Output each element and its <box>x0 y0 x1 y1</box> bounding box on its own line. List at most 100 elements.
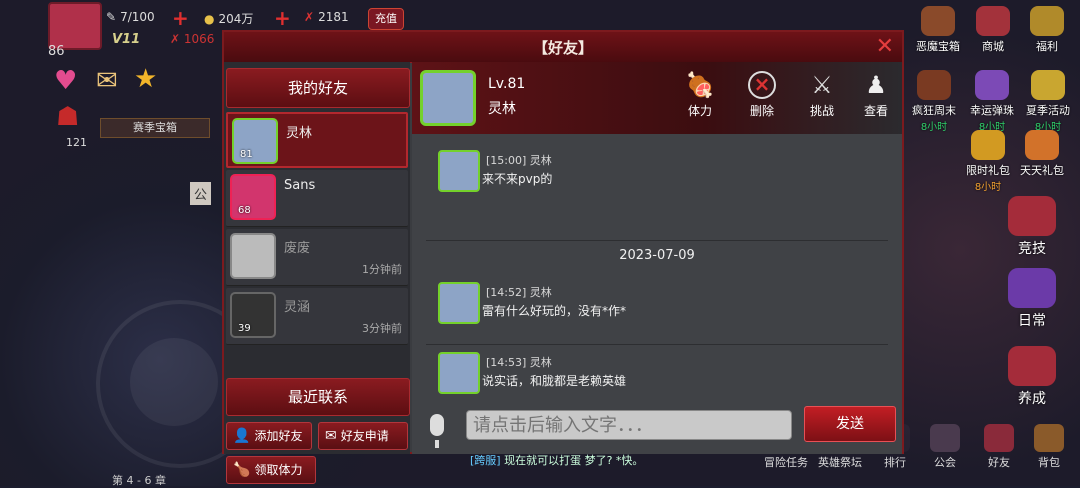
menu-demon-chest[interactable]: 恶魔宝箱 <box>916 6 960 54</box>
season-box-label[interactable]: 赛季宝箱 <box>100 118 210 138</box>
power-text: 1066 <box>183 32 215 46</box>
message-avatar[interactable] <box>438 282 480 324</box>
person-icon: ♟ <box>865 71 887 99</box>
friend-request-button[interactable]: ✉ 好友申请 <box>318 422 408 450</box>
menu-daily[interactable]: 日常 <box>1008 268 1056 330</box>
action-label: 查看 <box>863 104 888 118</box>
power-value: ✗ 1066 <box>170 32 214 46</box>
add-gold-button[interactable]: + <box>274 6 291 30</box>
world-chat-preview[interactable]: [跨服] 现在就可以打蛋 梦了? *快。 <box>470 454 720 468</box>
give-stamina-button[interactable]: 🍖 体力 <box>676 68 724 119</box>
friend-item-sans[interactable]: 68 Sans <box>226 170 408 227</box>
summer-event-icon <box>1031 70 1065 100</box>
heart-icon[interactable]: ♥ <box>54 66 77 96</box>
chat-message: [15:00] 灵林 来不来pvp的 <box>438 150 878 206</box>
arena-icon <box>1008 196 1056 236</box>
microphone-icon[interactable] <box>430 414 444 448</box>
limited-pack-icon <box>971 130 1005 160</box>
tab-my-friends[interactable]: 我的好友 <box>226 68 410 108</box>
claim-stamina-button[interactable]: 🍗 领取体力 <box>226 456 316 484</box>
friend-profile-bar: Lv.81 灵林 🍖 体力 删除 ⚔ 挑战 ♟ 查看 <box>412 62 902 134</box>
menu-label: 竞技 <box>1018 241 1046 257</box>
add-stamina-button[interactable]: + <box>172 6 189 30</box>
view-profile-button[interactable]: ♟ 查看 <box>852 68 900 119</box>
divider <box>426 240 888 241</box>
friend-level: 39 <box>238 323 251 334</box>
action-label: 挑战 <box>809 104 834 118</box>
profile-level: Lv.81 <box>488 76 526 92</box>
friend-avatar: 68 <box>230 174 276 220</box>
crossed-swords-icon: ⚔ <box>811 71 833 99</box>
menu-lucky-ball[interactable]: 幸运弹珠 8小时 <box>970 70 1014 133</box>
menu-label: 日常 <box>1018 313 1046 329</box>
menu-label: 疯狂周末 <box>912 104 956 117</box>
add-friend-button[interactable]: 👤 添加好友 <box>226 422 312 450</box>
nav-friends[interactable]: 好友 <box>984 424 1014 470</box>
delete-friend-button[interactable]: 删除 <box>738 68 786 119</box>
friend-name: Sans <box>284 178 316 193</box>
menu-limited-pack[interactable]: 限时礼包 8小时 <box>966 130 1010 193</box>
dialog-title: 【好友】 <box>532 39 593 57</box>
menu-welfare[interactable]: 福利 <box>1030 6 1064 54</box>
gem-icon: ✗ <box>304 10 315 24</box>
menu-shop[interactable]: 商城 <box>976 6 1010 54</box>
add-user-icon: 👤 <box>233 428 251 444</box>
message-sender: 灵林 <box>529 356 552 369</box>
friend-item-linglin[interactable]: 81 灵林 <box>226 112 408 168</box>
chat-preview-text: 现在就可以打蛋 梦了? *快。 <box>504 454 644 467</box>
joystick-knob[interactable] <box>130 338 218 426</box>
message-header: [14:53] 灵林 <box>486 354 552 370</box>
gift-icon <box>1030 6 1064 36</box>
chat-history[interactable]: [15:00] 灵林 来不来pvp的 2023-07-09 [14:52] 灵林… <box>412 136 902 396</box>
star-icon[interactable]: ★ <box>134 64 157 94</box>
growth-icon <box>1008 346 1056 386</box>
message-avatar[interactable] <box>438 150 480 192</box>
nav-label: 冒险任务 <box>764 456 808 469</box>
menu-arena[interactable]: 竞技 <box>1008 196 1056 258</box>
menu-daily-pack[interactable]: 天天礼包 <box>1020 130 1064 178</box>
nav-label: 背包 <box>1038 456 1060 469</box>
tab-recent-contacts[interactable]: 最近联系 <box>226 378 410 416</box>
friend-name: 灵林 <box>286 126 313 141</box>
friend-last-online: 3分钟前 <box>362 322 402 335</box>
friend-item-linghan[interactable]: 39 灵涵 3分钟前 <box>226 288 408 345</box>
claim-stamina-label: 领取体力 <box>254 463 303 477</box>
friend-list[interactable]: 81 灵林 68 Sans 废废 1分钟前 39 灵涵 3分钟前 <box>224 110 410 366</box>
divider <box>426 344 888 345</box>
nav-guild[interactable]: 公会 <box>930 424 960 470</box>
gold-stat: ● 204万 <box>204 10 253 27</box>
chat-message: [14:52] 灵林 雷有什么好玩的，没有*作* <box>438 282 878 338</box>
menu-label: 养成 <box>1018 391 1046 407</box>
friend-item-feifei[interactable]: 废废 1分钟前 <box>226 229 408 286</box>
send-button[interactable]: 发送 <box>804 406 896 442</box>
nav-label: 好友 <box>988 456 1010 469</box>
season-count: 121 <box>66 136 87 149</box>
close-icon[interactable]: ✕ <box>876 34 894 59</box>
friends-dialog: 【好友】 ✕ 我的好友 81 灵林 68 Sans 废废 1分钟前 39 灵涵 … <box>222 30 904 484</box>
menu-crazy-weekend[interactable]: 疯狂周末 8小时 <box>912 70 956 133</box>
nav-label: 公会 <box>934 456 956 469</box>
chat-message: [14:53] 灵林 说实话，和胧都是老赖英雄 <box>438 352 878 396</box>
dialog-header: 【好友】 ✕ <box>224 32 902 63</box>
friend-avatar: 81 <box>232 118 278 164</box>
menu-summer-event[interactable]: 夏季活动 8小时 <box>1026 70 1070 133</box>
profile-avatar[interactable] <box>420 70 476 126</box>
friend-request-label: 好友申请 <box>340 429 389 443</box>
menu-growth[interactable]: 养成 <box>1008 346 1056 408</box>
timer-label: 8小时 <box>974 182 1002 193</box>
chat-message-input[interactable] <box>466 410 792 440</box>
mail-icon[interactable]: ✉ <box>96 66 118 96</box>
gem-stat: ✗ 2181 <box>304 10 349 24</box>
season-chest-icon[interactable]: ☗ <box>56 102 79 132</box>
player-avatar[interactable] <box>48 2 102 50</box>
friend-avatar <box>230 233 276 279</box>
notice-board[interactable]: 公 <box>190 182 212 205</box>
challenge-button[interactable]: ⚔ 挑战 <box>798 68 846 119</box>
action-label: 删除 <box>749 104 774 118</box>
chat-channel: [跨服] <box>470 454 501 467</box>
friend-name: 灵涵 <box>284 300 311 315</box>
message-avatar[interactable] <box>438 352 480 394</box>
charge-button[interactable]: 充值 <box>368 8 404 30</box>
menu-label: 商城 <box>982 40 1004 53</box>
nav-backpack[interactable]: 背包 <box>1034 424 1064 470</box>
